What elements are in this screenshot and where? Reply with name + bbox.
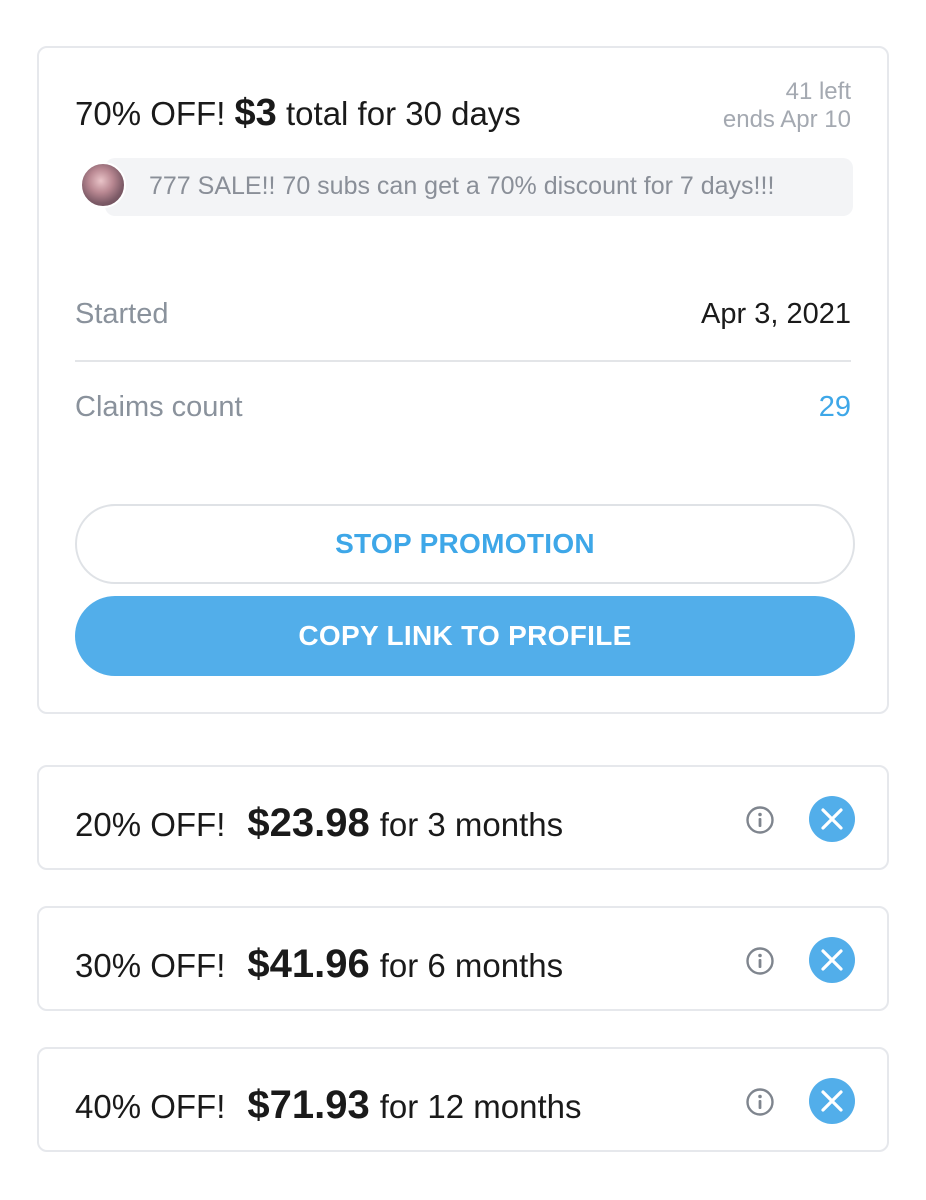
- promotion-card: 70% OFF! $3 total for 30 days 41 left en…: [37, 46, 889, 714]
- bundle-card-12-months: 40% OFF! $71.93 for 12 months: [37, 1047, 889, 1152]
- promotion-message: 777 SALE!! 70 subs can get a 70% discoun…: [149, 172, 775, 200]
- started-label: Started: [75, 298, 169, 330]
- bundle-card-6-months: 30% OFF! $41.96 for 6 months: [37, 906, 889, 1011]
- bundle-offer: 20% OFF! $23.98 for 3 months: [75, 801, 563, 846]
- bundle-price: $71.93: [247, 1083, 370, 1127]
- promotion-discount: 70% OFF!: [75, 95, 226, 132]
- promotion-end-date: ends Apr 10: [722, 106, 851, 133]
- remove-bundle-button[interactable]: [809, 1078, 855, 1124]
- remove-bundle-button[interactable]: [809, 796, 855, 842]
- promotion-price: $3: [234, 92, 277, 134]
- bundle-price: $23.98: [247, 801, 370, 845]
- stop-promotion-button[interactable]: STOP PROMOTION: [75, 504, 855, 584]
- bundle-card-3-months: 20% OFF! $23.98 for 3 months: [37, 765, 889, 870]
- bundle-duration: for 12 months: [379, 1088, 582, 1125]
- copy-link-to-profile-button[interactable]: COPY LINK TO PROFILE: [75, 596, 855, 676]
- divider: [75, 360, 851, 362]
- bundle-offer: 40% OFF! $71.93 for 12 months: [75, 1083, 582, 1128]
- promotion-meta: 41 left ends Apr 10: [723, 78, 851, 134]
- close-icon: [821, 1090, 843, 1112]
- info-icon[interactable]: [745, 805, 775, 835]
- info-icon[interactable]: [745, 1087, 775, 1117]
- bundle-duration: for 3 months: [379, 806, 564, 843]
- info-icon[interactable]: [745, 946, 775, 976]
- promotion-message-box: 777 SALE!! 70 subs can get a 70% discoun…: [105, 158, 853, 216]
- claims-count-value[interactable]: 29: [819, 391, 851, 424]
- promotion-remaining: 41 left: [785, 78, 851, 105]
- bundle-price: $41.96: [247, 942, 370, 986]
- avatar: [80, 162, 126, 208]
- claims-count-label: Claims count: [75, 391, 243, 423]
- promotion-title: 70% OFF! $3 total for 30 days: [75, 92, 521, 135]
- promotion-duration: total for 30 days: [286, 95, 521, 132]
- remove-bundle-button[interactable]: [809, 937, 855, 983]
- bundle-duration: for 6 months: [379, 947, 564, 984]
- close-icon: [821, 808, 843, 830]
- started-value: Apr 3, 2021: [701, 298, 851, 330]
- bundle-discount: 40% OFF!: [75, 1088, 226, 1125]
- bundle-offer: 30% OFF! $41.96 for 6 months: [75, 942, 563, 987]
- bundle-discount: 20% OFF!: [75, 806, 226, 843]
- close-icon: [821, 949, 843, 971]
- bundle-discount: 30% OFF!: [75, 947, 226, 984]
